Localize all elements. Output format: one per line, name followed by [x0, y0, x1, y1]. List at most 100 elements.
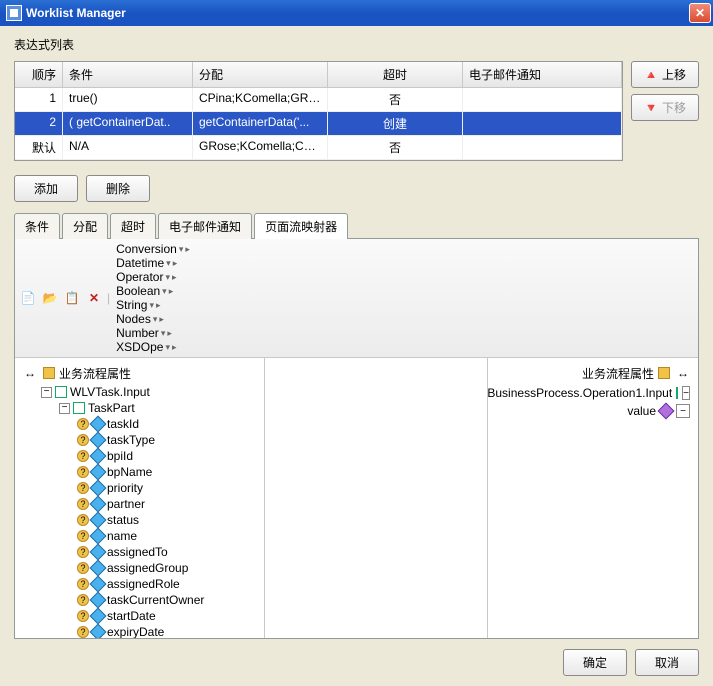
collapse-icon[interactable]: ↔ [21, 364, 39, 382]
cell-timeout: 否 [328, 88, 463, 111]
cell-assign: getContainerData('... [193, 112, 328, 135]
expand-icon[interactable]: − [682, 386, 690, 400]
expand-icon[interactable]: − [41, 387, 52, 398]
diamond-icon [90, 544, 107, 561]
square-icon [676, 387, 678, 399]
help-icon: ? [77, 530, 89, 542]
header-email[interactable]: 电子邮件通知 [463, 62, 622, 87]
tab-2[interactable]: 超时 [110, 213, 156, 239]
tabs-row: 条件分配超时电子邮件通知页面流映射器 [14, 212, 699, 239]
table-row[interactable]: 1true()CPina;KComella;GRose;否 [15, 88, 622, 112]
move-up-button[interactable]: 🔺 上移 [631, 61, 699, 88]
chevron-down-icon: ▾ [153, 314, 158, 325]
expression-table: 顺序 条件 分配 超时 电子邮件通知 1true()CPina;KComella… [14, 61, 623, 161]
toolbar-category[interactable]: Boolean ▾ ▸ [114, 284, 192, 298]
tree-node[interactable]: ?status [23, 512, 260, 528]
help-icon: ? [77, 466, 89, 478]
help-icon: ? [77, 498, 89, 510]
diamond-icon [90, 464, 107, 481]
tree-node[interactable]: ?assignedTo [23, 544, 260, 560]
help-icon: ? [77, 418, 89, 430]
header-condition[interactable]: 条件 [63, 62, 193, 87]
new-icon[interactable]: 📄 [19, 289, 37, 307]
move-down-button: 🔻 下移 [631, 94, 699, 121]
toolbar-category[interactable]: String ▾ ▸ [114, 298, 192, 312]
tree-node[interactable]: ?taskCurrentOwner [23, 592, 260, 608]
cell-order: 2 [15, 112, 63, 135]
cell-email [463, 88, 622, 111]
cell-order: 默认 [15, 136, 63, 159]
diamond-icon [90, 624, 107, 638]
tree-node[interactable]: ?partner [23, 496, 260, 512]
help-icon: ? [77, 514, 89, 526]
mapping-pane[interactable] [265, 358, 488, 638]
chevron-down-icon: ▾ [161, 328, 166, 339]
square-icon [55, 386, 67, 398]
folder-icon [658, 367, 670, 379]
toolbar-category[interactable]: XSDOpe ▾ ▸ [114, 340, 192, 354]
tree-node[interactable]: ?name [23, 528, 260, 544]
left-pane-header: 业务流程属性 [59, 365, 131, 382]
tree-node[interactable]: ?bpiId [23, 448, 260, 464]
toolbar-category[interactable]: Datetime ▾ ▸ [114, 256, 192, 270]
diamond-icon [90, 592, 107, 609]
table-row[interactable]: 2( getContainerDat..getContainerData('..… [15, 112, 622, 136]
tab-1[interactable]: 分配 [62, 213, 108, 239]
help-icon: ? [77, 626, 89, 638]
right-tree-pane[interactable]: 业务流程属性 ↔ subBusinessProcess.Operation1.I… [488, 358, 698, 638]
toolbar-category[interactable]: Operator ▾ ▸ [114, 270, 192, 284]
tree-node[interactable]: ?startDate [23, 608, 260, 624]
diamond-icon [90, 512, 107, 529]
window-title: Worklist Manager [26, 6, 689, 20]
cell-timeout: 创建 [328, 112, 463, 135]
toolbar-category[interactable]: Nodes ▾ ▸ [114, 312, 192, 326]
help-icon: ? [77, 562, 89, 574]
header-timeout[interactable]: 超时 [328, 62, 463, 87]
tree-node[interactable]: −TaskPart [23, 400, 260, 416]
tree-node[interactable]: value− [492, 402, 694, 420]
delete-icon[interactable]: ✕ [85, 289, 103, 307]
header-assign[interactable]: 分配 [193, 62, 328, 87]
open-icon[interactable]: 📂 [41, 289, 59, 307]
chevron-down-icon: ▾ [162, 286, 167, 297]
left-tree-pane[interactable]: ↔ 业务流程属性 −WLVTask.Input −TaskPart ?taskI… [15, 358, 265, 638]
help-icon: ? [77, 610, 89, 622]
diamond-icon [90, 448, 107, 465]
toolbar-category[interactable]: Number ▾ ▸ [114, 326, 192, 340]
cell-cond: N/A [63, 136, 193, 159]
diamond-icon [90, 496, 107, 513]
ok-button[interactable]: 确定 [563, 649, 627, 676]
tree-node[interactable]: ?taskId [23, 416, 260, 432]
collapse-icon[interactable]: ↔ [674, 364, 692, 382]
close-button[interactable]: ✕ [689, 3, 711, 23]
delete-button[interactable]: 删除 [86, 175, 150, 202]
help-icon: ? [77, 546, 89, 558]
cancel-button[interactable]: 取消 [635, 649, 699, 676]
tree-node[interactable]: subBusinessProcess.Operation1.Input− [492, 384, 694, 402]
cell-assign: CPina;KComella;GRose; [193, 88, 328, 111]
add-button[interactable]: 添加 [14, 175, 78, 202]
header-order[interactable]: 顺序 [15, 62, 63, 87]
cell-cond: true() [63, 88, 193, 111]
tab-3[interactable]: 电子邮件通知 [158, 213, 252, 239]
expand-icon[interactable]: − [59, 403, 70, 414]
diamond-icon [90, 432, 107, 449]
diamond-icon [90, 480, 107, 497]
tree-node[interactable]: ?taskType [23, 432, 260, 448]
tree-node[interactable]: ?assignedGroup [23, 560, 260, 576]
tree-node[interactable]: ?bpName [23, 464, 260, 480]
expand-icon[interactable]: − [676, 404, 690, 418]
copy-icon[interactable]: 📋 [63, 289, 81, 307]
square-icon [73, 402, 85, 414]
tree-node[interactable]: ?expiryDate [23, 624, 260, 638]
toolbar-category[interactable]: Conversion ▾ ▸ [114, 242, 192, 256]
tree-node[interactable]: ?priority [23, 480, 260, 496]
table-row[interactable]: 默认N/AGRose;KComella;CPina;否 [15, 136, 622, 160]
tree-node[interactable]: ?assignedRole [23, 576, 260, 592]
tab-0[interactable]: 条件 [14, 213, 60, 239]
tree-node[interactable]: −WLVTask.Input [23, 384, 260, 400]
table-header: 顺序 条件 分配 超时 电子邮件通知 [15, 62, 622, 88]
help-icon: ? [77, 578, 89, 590]
tab-4[interactable]: 页面流映射器 [254, 213, 348, 239]
diamond-icon [90, 560, 107, 577]
